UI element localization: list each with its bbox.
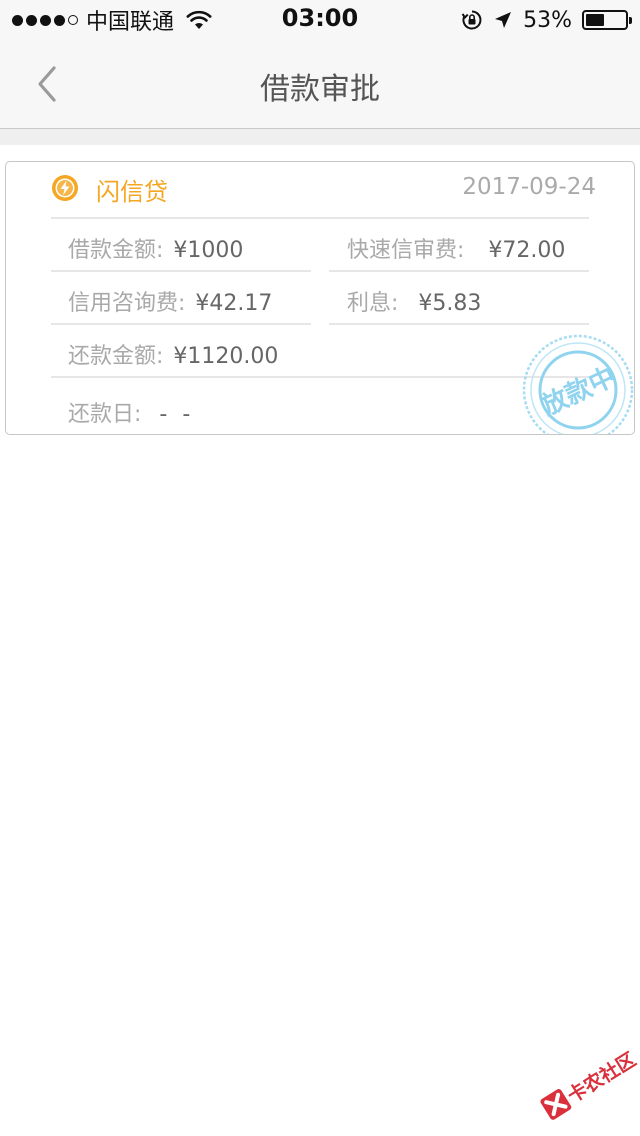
interest: 利息: ¥5.83 (347, 285, 481, 317)
repay-amount-label: 还款金额: (68, 344, 164, 369)
divider (51, 323, 311, 325)
orientation-lock-icon (461, 10, 482, 30)
card-header: 闪信贷 2017-09-24 (6, 162, 634, 218)
lender-name: 闪信贷 (96, 178, 168, 206)
section-divider (0, 129, 640, 145)
status-right: 53% (461, 6, 632, 34)
repay-date-label: 还款日: (68, 402, 142, 427)
repay-amount: 还款金额: ¥1120.00 (68, 338, 278, 370)
divider (329, 323, 589, 325)
credit-consult-fee-value: ¥42.17 (195, 291, 273, 316)
fast-review-fee-value: ¥72.00 (488, 238, 566, 263)
divider (51, 217, 589, 219)
divider (51, 270, 311, 272)
battery-icon (582, 10, 632, 30)
divider (51, 376, 589, 378)
repay-amount-value: ¥1120.00 (173, 344, 279, 369)
loan-amount-value: ¥1000 (173, 238, 244, 263)
credit-consult-fee: 信用咨询费: ¥42.17 (68, 285, 272, 317)
interest-label: 利息: (347, 291, 399, 316)
divider (329, 270, 589, 272)
interest-value: ¥5.83 (418, 291, 482, 316)
status-bar: 中国联通 03:00 53% (0, 0, 640, 40)
fast-review-fee: 快速信审费: ¥72.00 (347, 232, 565, 264)
location-arrow-icon (495, 12, 512, 28)
loan-date: 2017-09-24 (462, 174, 596, 200)
disbursing-stamp: 放款中 (522, 334, 634, 434)
repay-date-value: - - (159, 402, 195, 427)
battery-level (586, 14, 605, 26)
loan-amount: 借款金额: ¥1000 (68, 232, 243, 264)
battery-percent: 53% (523, 7, 572, 33)
credit-consult-fee-label: 信用咨询费: (68, 291, 186, 316)
loan-card[interactable]: 闪信贷 2017-09-24 借款金额: ¥1000 快速信审费: ¥72.00 信… (5, 161, 635, 435)
repay-date: 还款日: - - (68, 396, 194, 428)
loan-amount-label: 借款金额: (68, 238, 164, 263)
nav-bar: 借款审批 (0, 40, 640, 129)
lightning-bolt-icon (52, 175, 78, 201)
community-watermark: 卡农社区 (540, 1050, 638, 1120)
watermark-text: 卡农社区 (563, 1050, 638, 1107)
fast-review-fee-label: 快速信审费: (347, 238, 465, 263)
page-title: 借款审批 (260, 72, 380, 107)
